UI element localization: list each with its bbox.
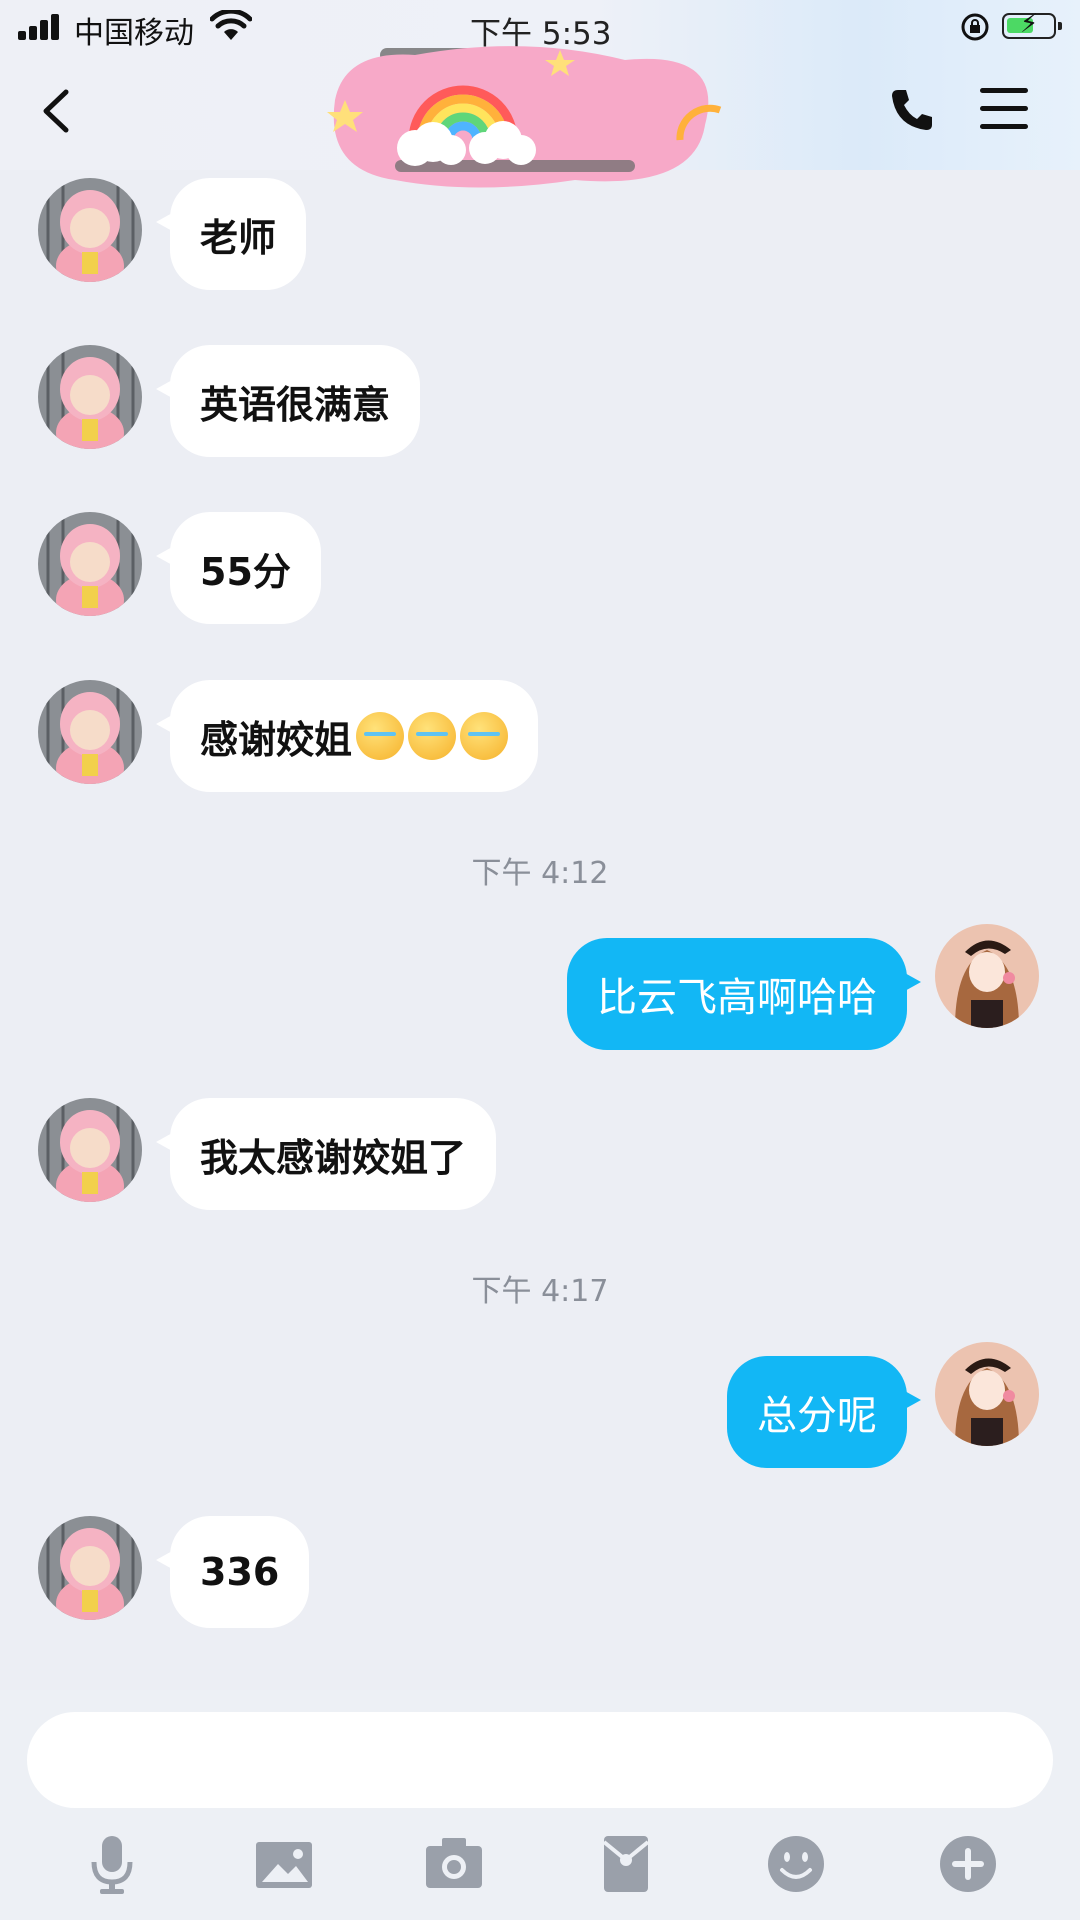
menu-button[interactable] <box>980 88 1028 132</box>
image-icon[interactable] <box>252 1832 316 1896</box>
message-input[interactable] <box>27 1712 1053 1808</box>
message-text: 老师 <box>200 215 277 260</box>
header: 中国移动 下午 5:53 ⚡ <box>0 0 1080 188</box>
message-list[interactable]: 老师 英语很满意 55分 感谢姣姐 下午 4:12 比云飞高啊哈哈 我太感谢姣姐… <box>0 150 1080 1690</box>
incoming-message-bubble[interactable]: 55分 <box>156 512 321 624</box>
crying-emoji-icon <box>408 712 457 760</box>
emoji-icon[interactable] <box>764 1832 828 1896</box>
message-timestamp: 下午 4:12 <box>471 856 609 891</box>
message-timestamp: 下午 4:17 <box>471 1274 609 1309</box>
crying-emoji-icon <box>460 712 509 760</box>
contact-avatar[interactable] <box>38 680 142 784</box>
message-text: 感谢姣姐 <box>200 717 353 762</box>
red-packet-icon[interactable] <box>594 1832 658 1896</box>
incoming-message-bubble[interactable]: 老师 <box>155 178 307 290</box>
message-text: 总分呢 <box>757 1393 877 1439</box>
message-text: 我太感谢姣姐了 <box>200 1135 467 1180</box>
camera-icon[interactable] <box>422 1832 486 1896</box>
microphone-icon[interactable] <box>80 1832 144 1896</box>
rotation-lock-icon <box>961 13 989 41</box>
incoming-message-bubble[interactable]: 我太感谢姣姐了 <box>155 1098 497 1210</box>
wifi-icon <box>210 10 252 40</box>
message-text: 336 <box>200 1550 280 1594</box>
contact-avatar[interactable] <box>38 1098 142 1202</box>
my-avatar[interactable] <box>935 924 1039 1028</box>
back-button[interactable] <box>36 86 80 136</box>
incoming-message-bubble[interactable]: 感谢姣姐 <box>155 680 539 792</box>
incoming-message-bubble[interactable]: 336 <box>155 1516 310 1628</box>
my-avatar[interactable] <box>935 1342 1039 1446</box>
signal-strength-icon <box>18 14 62 40</box>
input-area <box>0 1690 1080 1920</box>
message-text: 比云飞高啊哈哈 <box>597 975 877 1021</box>
battery-icon: ⚡ <box>1002 11 1062 39</box>
contact-avatar[interactable] <box>38 345 142 449</box>
message-text: 55分 <box>200 549 291 594</box>
contact-avatar[interactable] <box>38 178 142 282</box>
carrier-name: 中国移动 <box>74 16 194 51</box>
crying-emoji-icon <box>356 712 405 760</box>
message-text: 英语很满意 <box>200 382 391 427</box>
call-button[interactable] <box>888 86 936 134</box>
contact-avatar[interactable] <box>38 512 142 616</box>
incoming-message-bubble[interactable]: 英语很满意 <box>155 345 421 457</box>
contact-avatar[interactable] <box>38 1516 142 1620</box>
plus-icon[interactable] <box>936 1832 1000 1896</box>
outgoing-message-bubble[interactable]: 比云飞高啊哈哈 <box>567 938 921 1050</box>
outgoing-message-bubble[interactable]: 总分呢 <box>727 1356 921 1468</box>
